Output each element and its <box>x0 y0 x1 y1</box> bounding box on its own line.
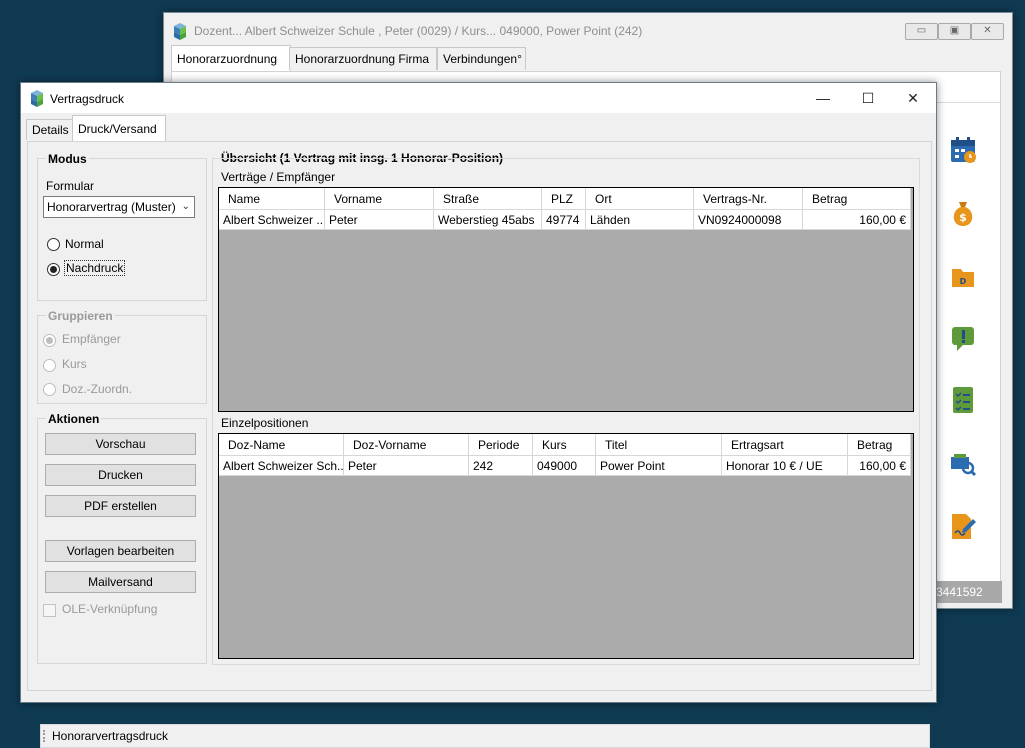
column-header[interactable]: Vorname <box>325 188 434 210</box>
table-cell: Honorar 10 € / UE <box>722 456 848 476</box>
formular-value: Honorarvertrag (Muster) <box>47 200 176 214</box>
pdf-erstellen-button[interactable]: PDF erstellen <box>45 495 196 517</box>
positions-grid[interactable]: Doz-Name Doz-Vorname Periode Kurs Titel … <box>218 433 914 659</box>
column-header[interactable]: Doz-Vorname <box>344 434 469 456</box>
column-header[interactable]: Name <box>219 188 325 210</box>
title-bar[interactable]: Vertragsdruck — ☐ ✕ <box>21 83 936 113</box>
tab-honorarzuordnung-firma[interactable]: Honorarzuordnung Firma <box>289 47 437 70</box>
radio-normal[interactable] <box>47 238 60 251</box>
table-cell: Lähden <box>586 210 694 230</box>
radio-empfaenger[interactable] <box>43 334 56 347</box>
close-button[interactable]: ✕ <box>890 83 936 113</box>
folder-d-icon[interactable]: D <box>949 261 977 291</box>
tab-label: Druck/Versand <box>78 122 157 136</box>
background-maximize-button[interactable]: ▣ <box>938 23 971 40</box>
tab-label: Honorarzuordnung Firma <box>295 52 430 66</box>
table-cell: 49774 <box>542 210 586 230</box>
search-report-icon[interactable] <box>949 449 977 479</box>
maximize-button[interactable]: ☐ <box>845 83 891 113</box>
positions-label: Einzelpositionen <box>221 416 309 430</box>
table-cell: Peter <box>325 210 434 230</box>
tab-label: Verbindungen° <box>443 52 522 66</box>
table-cell: 160,00 € <box>803 210 911 230</box>
tab-content: Modus Formular Honorarvertrag (Muster) ⌄… <box>27 141 932 748</box>
table-cell: 160,00 € <box>848 456 911 476</box>
radio-kurs-label[interactable]: Kurs <box>62 357 87 371</box>
minimize-button[interactable]: — <box>800 83 846 113</box>
status-bar: Honorarvertragsdruck <box>40 724 930 748</box>
contracts-header: Name Vorname Straße PLZ Ort Vertrags-Nr.… <box>219 188 911 210</box>
column-header[interactable]: Kurs <box>533 434 596 456</box>
aktionen-group: Aktionen Vorschau Drucken PDF erstellen … <box>37 412 207 664</box>
radio-empfaenger-label[interactable]: Empfänger <box>62 332 121 346</box>
checklist-icon[interactable] <box>949 385 977 415</box>
mailversand-button[interactable]: Mailversand <box>45 571 196 593</box>
table-cell: 242 <box>469 456 533 476</box>
background-minimize-button[interactable]: ▭ <box>905 23 938 40</box>
formular-select[interactable]: Honorarvertrag (Muster) ⌄ <box>43 196 195 218</box>
column-header[interactable]: Doz-Name <box>219 434 344 456</box>
column-header[interactable]: Ertragsart <box>722 434 848 456</box>
table-cell: Albert Schweizer ... <box>219 210 325 230</box>
background-status-text: 3441592 <box>934 581 1002 603</box>
table-cell: Peter <box>344 456 469 476</box>
drucken-button[interactable]: Drucken <box>45 464 196 486</box>
contracts-grid[interactable]: Name Vorname Straße PLZ Ort Vertrags-Nr.… <box>218 187 914 412</box>
table-cell: Power Point <box>596 456 722 476</box>
app-logo-icon <box>31 90 43 107</box>
background-title-bar[interactable]: Dozent... Albert Schweizer Schule , Pete… <box>164 13 1012 47</box>
status-text: Honorarvertragsdruck <box>52 729 169 743</box>
table-row[interactable]: Albert Schweizer Sch... Peter 242 049000… <box>219 456 911 476</box>
aktionen-title: Aktionen <box>46 412 102 426</box>
tab-honorarzuordnung[interactable]: Honorarzuordnung <box>171 45 291 71</box>
modus-group: Modus Formular Honorarvertrag (Muster) ⌄… <box>37 152 207 301</box>
gruppieren-title: Gruppieren <box>46 309 115 323</box>
column-header[interactable]: Ort <box>586 188 694 210</box>
svg-text:$: $ <box>959 211 967 224</box>
column-header[interactable]: Betrag <box>848 434 911 456</box>
column-header[interactable]: Vertrags-Nr. <box>694 188 803 210</box>
grip-handle-icon <box>43 730 47 742</box>
table-row[interactable]: Albert Schweizer ... Peter Weberstieg 45… <box>219 210 911 230</box>
background-window-title: Dozent... Albert Schweizer Schule , Pete… <box>194 24 643 38</box>
money-bag-icon[interactable]: $ <box>949 198 977 228</box>
calendar-icon[interactable] <box>949 135 977 165</box>
background-close-button[interactable]: ✕ <box>971 23 1004 40</box>
gruppieren-group: Gruppieren Empfänger Kurs Doz.-Zuordn. <box>37 309 207 404</box>
ole-checkbox[interactable] <box>43 604 56 617</box>
svg-text:D: D <box>960 277 967 286</box>
radio-kurs[interactable] <box>43 359 56 372</box>
formular-label: Formular <box>46 179 95 193</box>
table-cell: Albert Schweizer Sch... <box>219 456 344 476</box>
vorlagen-bearbeiten-button[interactable]: Vorlagen bearbeiten <box>45 540 196 562</box>
radio-nachdruck-label[interactable]: Nachdruck <box>63 260 126 276</box>
window-title: Vertragsdruck <box>50 92 125 106</box>
vertragsdruck-window: Vertragsdruck — ☐ ✕ Details Druck/Versan… <box>20 82 937 748</box>
sign-document-icon[interactable] <box>949 511 977 541</box>
tab-druck-versand[interactable]: Druck/Versand <box>72 115 166 141</box>
column-header[interactable]: PLZ <box>542 188 586 210</box>
radio-nachdruck[interactable] <box>47 263 60 276</box>
radio-doz-zuordn-label[interactable]: Doz.-Zuordn. <box>62 382 132 396</box>
tab-verbindungen[interactable]: Verbindungen° <box>437 47 526 70</box>
contracts-label: Verträge / Empfänger <box>221 170 336 184</box>
column-header[interactable]: Straße <box>434 188 542 210</box>
chevron-down-icon: ⌄ <box>181 201 190 212</box>
app-logo-icon <box>174 23 186 40</box>
alert-message-icon[interactable] <box>949 323 977 353</box>
table-cell: Weberstieg 45abs <box>434 210 542 230</box>
column-header[interactable]: Titel <box>596 434 722 456</box>
column-header[interactable]: Betrag <box>803 188 911 210</box>
radio-normal-label[interactable]: Normal <box>65 237 104 251</box>
ole-label[interactable]: OLE-Verknüpfung <box>62 602 157 616</box>
table-cell: 049000 <box>533 456 596 476</box>
radio-doz-zuordn[interactable] <box>43 383 56 396</box>
table-cell: VN0924000098 <box>694 210 803 230</box>
modus-title: Modus <box>46 152 89 166</box>
tab-label: Honorarzuordnung <box>177 52 278 66</box>
positions-header: Doz-Name Doz-Vorname Periode Kurs Titel … <box>219 434 911 456</box>
column-header[interactable]: Periode <box>469 434 533 456</box>
vorschau-button[interactable]: Vorschau <box>45 433 196 455</box>
tab-label: Details <box>32 123 69 137</box>
